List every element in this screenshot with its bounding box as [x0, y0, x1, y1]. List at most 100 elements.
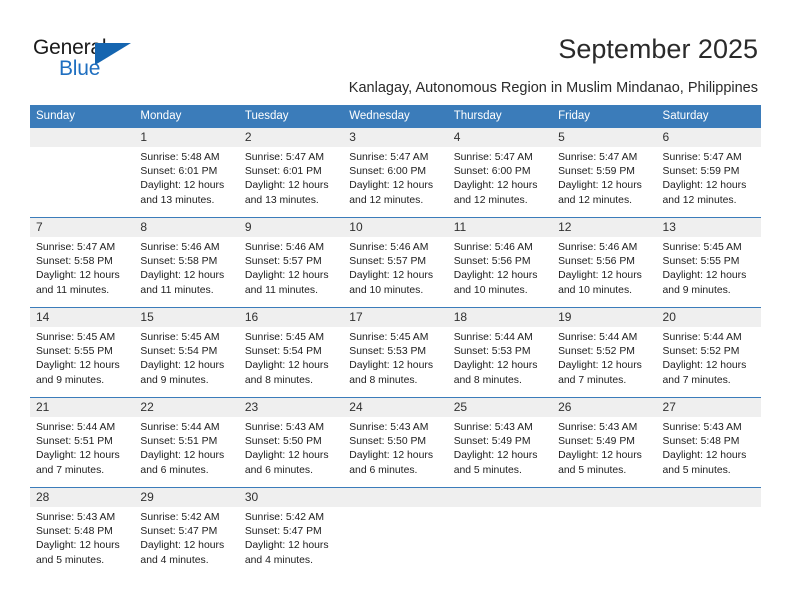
calendar-day-cell[interactable]: 30 Sunrise: 5:42 AM Sunset: 5:47 PM Dayligh… [238, 487, 344, 577]
sunset-text: Sunset: 5:54 PM [140, 346, 218, 358]
daylight-text: Daylight: 12 hours [140, 540, 225, 552]
daylight-text: and 11 minutes. [140, 284, 214, 296]
daylight-text: Daylight: 12 hours [662, 270, 747, 282]
sunset-text: Sunset: 6:01 PM [244, 166, 322, 178]
sunset-text: Sunset: 5:47 PM [244, 526, 322, 538]
sunset-text: Sunset: 5:47 PM [140, 526, 218, 538]
weekday-header-monday: Monday [134, 105, 239, 128]
day-details: Sunrise: 5:47 AM Sunset: 6:01 PM Daylight:… [239, 147, 343, 208]
sunset-text: Sunset: 5:58 PM [140, 256, 218, 268]
sunset-text: Sunset: 5:52 PM [558, 346, 635, 358]
calendar-day-cell[interactable]: 18 Sunrise: 5:44 AM Sunset: 5:53 PM Dayligh… [447, 307, 553, 398]
day-details: Sunrise: 5:47 AM Sunset: 5:58 PM Daylight:… [30, 237, 134, 298]
day-number: 29 [134, 488, 239, 507]
calendar-day-cell[interactable]: 21 Sunrise: 5:44 AM Sunset: 5:51 PM Dayligh… [30, 397, 135, 488]
calendar-day-cell[interactable]: 24 Sunrise: 5:43 AM Sunset: 5:50 PM Dayligh… [343, 397, 448, 488]
day-details: Sunrise: 5:44 AM Sunset: 5:53 PM Daylight:… [448, 327, 552, 388]
weekday-header-friday: Friday [552, 105, 657, 128]
calendar-day-cell[interactable]: 20 Sunrise: 5:44 AM Sunset: 5:52 PM Dayligh… [656, 307, 761, 398]
daylight-text: and 9 minutes. [140, 374, 209, 386]
calendar-day-cell[interactable]: 3 Sunrise: 5:47 AM Sunset: 6:00 PM Daylight… [343, 127, 448, 218]
weekday-header-row: Sunday Monday Tuesday Wednesday Thursday… [30, 105, 761, 128]
day-number: 15 [134, 308, 239, 327]
sunset-text: Sunset: 5:50 PM [349, 436, 427, 448]
general-blue-logo[interactable]: General Blue [33, 36, 153, 82]
calendar-day-cell[interactable]: 23 Sunrise: 5:43 AM Sunset: 5:50 PM Dayligh… [238, 397, 344, 488]
daylight-text: and 6 minutes. [244, 464, 314, 476]
daylight-text: and 4 minutes. [244, 554, 314, 566]
calendar-day-cell[interactable]: 22 Sunrise: 5:44 AM Sunset: 5:51 PM Dayligh… [134, 397, 239, 488]
calendar-day-cell[interactable]: 2 Sunrise: 5:47 AM Sunset: 6:01 PM Daylight… [238, 127, 344, 218]
calendar-day-cell[interactable]: 11 Sunrise: 5:46 AM Sunset: 5:56 PM Dayligh… [447, 217, 553, 308]
day-details: Sunrise: 5:46 AM Sunset: 5:56 PM Daylight:… [552, 237, 656, 298]
daylight-text: and 10 minutes. [558, 284, 633, 296]
day-number: 22 [134, 398, 239, 417]
calendar-day-cell[interactable]: 28 Sunrise: 5:43 AM Sunset: 5:48 PM Dayligh… [30, 487, 135, 577]
calendar-day-cell[interactable]: 12 Sunrise: 5:46 AM Sunset: 5:56 PM Dayligh… [552, 217, 657, 308]
day-number: 19 [552, 308, 657, 327]
calendar-day-cell[interactable]: 8 Sunrise: 5:46 AM Sunset: 5:58 PM Daylight… [134, 217, 239, 308]
day-details [448, 507, 552, 511]
day-details [30, 147, 134, 151]
page-subtitle: Kanlagay, Autonomous Region in Muslim Mi… [348, 80, 758, 96]
daylight-text: Daylight: 12 hours [662, 180, 747, 192]
calendar-empty-cell [656, 487, 761, 577]
calendar-day-cell[interactable]: 14 Sunrise: 5:45 AM Sunset: 5:55 PM Dayligh… [30, 307, 135, 398]
calendar-day-cell[interactable]: 16 Sunrise: 5:45 AM Sunset: 5:54 PM Dayligh… [238, 307, 344, 398]
daylight-text: Daylight: 12 hours [662, 450, 747, 462]
daylight-text: and 12 minutes. [453, 194, 528, 206]
sunrise-text: Sunrise: 5:47 AM [662, 152, 742, 163]
calendar-day-cell[interactable]: 26 Sunrise: 5:43 AM Sunset: 5:49 PM Dayligh… [552, 397, 657, 488]
daylight-text: Daylight: 12 hours [558, 180, 642, 192]
day-number: 7 [30, 218, 135, 237]
daylight-text: and 13 minutes. [140, 194, 215, 206]
sunset-text: Sunset: 5:56 PM [453, 256, 531, 268]
calendar-container: Sunday Monday Tuesday Wednesday Thursday… [30, 105, 761, 577]
weekday-header-saturday: Saturday [656, 105, 761, 128]
calendar-empty-cell [552, 487, 657, 577]
calendar-day-cell[interactable]: 1 Sunrise: 5:48 AM Sunset: 6:01 PM Daylight… [134, 127, 239, 218]
calendar-day-cell[interactable]: 25 Sunrise: 5:43 AM Sunset: 5:49 PM Dayligh… [447, 397, 553, 488]
daylight-text: and 7 minutes. [558, 374, 627, 386]
sunset-text: Sunset: 5:57 PM [349, 256, 427, 268]
day-number: 30 [238, 488, 344, 507]
calendar-day-cell[interactable]: 29 Sunrise: 5:42 AM Sunset: 5:47 PM Dayligh… [134, 487, 239, 577]
calendar-day-cell[interactable]: 19 Sunrise: 5:44 AM Sunset: 5:52 PM Dayligh… [552, 307, 657, 398]
calendar-day-cell[interactable]: 7 Sunrise: 5:47 AM Sunset: 5:58 PM Daylight… [30, 217, 135, 308]
calendar-day-cell[interactable]: 27 Sunrise: 5:43 AM Sunset: 5:48 PM Dayligh… [656, 397, 761, 488]
sunrise-text: Sunrise: 5:45 AM [349, 332, 429, 343]
calendar-day-cell[interactable]: 17 Sunrise: 5:45 AM Sunset: 5:53 PM Dayligh… [343, 307, 448, 398]
day-number: 26 [552, 398, 657, 417]
calendar-day-cell[interactable]: 15 Sunrise: 5:45 AM Sunset: 5:54 PM Dayligh… [134, 307, 239, 398]
daylight-text: Daylight: 12 hours [244, 540, 329, 552]
sunset-text: Sunset: 5:58 PM [36, 256, 113, 268]
calendar-day-cell[interactable]: 9 Sunrise: 5:46 AM Sunset: 5:57 PM Daylight… [238, 217, 344, 308]
daylight-text: and 8 minutes. [244, 374, 314, 386]
calendar-day-cell[interactable]: 10 Sunrise: 5:46 AM Sunset: 5:57 PM Dayligh… [343, 217, 448, 308]
daylight-text: and 5 minutes. [662, 464, 731, 476]
sunrise-text: Sunrise: 5:44 AM [558, 332, 638, 343]
weekday-header-tuesday: Tuesday [238, 105, 344, 128]
calendar-day-cell[interactable]: 13 Sunrise: 5:45 AM Sunset: 5:55 PM Dayligh… [656, 217, 761, 308]
calendar-day-cell[interactable]: 4 Sunrise: 5:47 AM Sunset: 6:00 PM Daylight… [447, 127, 553, 218]
daylight-text: and 10 minutes. [453, 284, 528, 296]
day-details: Sunrise: 5:44 AM Sunset: 5:51 PM Daylight:… [30, 417, 134, 478]
day-details: Sunrise: 5:43 AM Sunset: 5:48 PM Daylight:… [30, 507, 134, 568]
calendar-day-cell[interactable]: 5 Sunrise: 5:47 AM Sunset: 5:59 PM Daylight… [552, 127, 657, 218]
weekday-header-thursday: Thursday [447, 105, 553, 128]
sunrise-text: Sunrise: 5:47 AM [453, 152, 533, 163]
sunset-text: Sunset: 5:52 PM [662, 346, 740, 358]
calendar-day-cell[interactable]: 6 Sunrise: 5:47 AM Sunset: 5:59 PM Daylight… [656, 127, 761, 218]
calendar-week-row: 7 Sunrise: 5:47 AM Sunset: 5:58 PM Daylight… [30, 217, 761, 308]
day-details: Sunrise: 5:45 AM Sunset: 5:54 PM Daylight:… [239, 327, 343, 388]
sunset-text: Sunset: 5:49 PM [453, 436, 531, 448]
sunset-text: Sunset: 6:00 PM [349, 166, 427, 178]
sunrise-text: Sunrise: 5:46 AM [244, 242, 324, 253]
sunrise-text: Sunrise: 5:48 AM [140, 152, 220, 163]
day-details: Sunrise: 5:44 AM Sunset: 5:52 PM Daylight:… [552, 327, 656, 388]
sunset-text: Sunset: 5:53 PM [349, 346, 427, 358]
day-details: Sunrise: 5:46 AM Sunset: 5:57 PM Daylight:… [239, 237, 343, 298]
day-number: 18 [447, 308, 553, 327]
daylight-text: and 11 minutes. [244, 284, 319, 296]
day-details: Sunrise: 5:47 AM Sunset: 6:00 PM Daylight:… [448, 147, 552, 208]
